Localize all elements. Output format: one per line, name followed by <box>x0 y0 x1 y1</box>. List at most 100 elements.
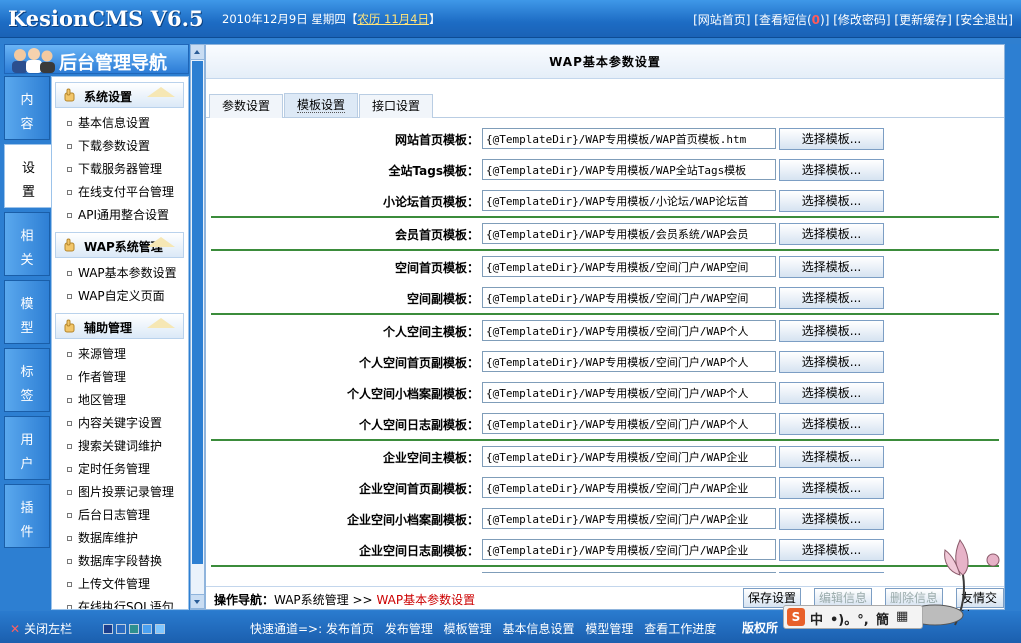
template-path-input[interactable]: {@TemplateDir}/WAP专用模板/WAP首页模板.htm <box>482 128 776 149</box>
category-tab-char: 标 <box>20 365 34 380</box>
template-path-input[interactable]: {@TemplateDir}/WAP专用模板/空间门户/WAP个人 <box>482 382 776 403</box>
choose-template-button[interactable]: 选择模板... <box>779 539 884 561</box>
quick-link-basic-info[interactable]: 基本信息设置 <box>503 622 575 636</box>
menu-item[interactable]: 下载参数设置 <box>52 135 188 158</box>
menu-item[interactable]: 上传文件管理 <box>52 573 188 596</box>
template-path-input[interactable]: {@TemplateDir}/WAP专用模板/空间门户/WAP个人 <box>482 320 776 341</box>
template-path-input[interactable]: {@TemplateDir}/WAP专用模板/空间门户/WAP空间 <box>482 287 776 308</box>
choose-template-button[interactable]: 选择模板... <box>779 190 884 212</box>
skin-swatch[interactable] <box>155 624 165 634</box>
template-path-input[interactable]: {@TemplateDir}/WAP专用模板/空间门户/WAP企业 <box>482 477 776 498</box>
quick-link-publish-manage[interactable]: 发布管理 <box>385 622 433 636</box>
category-tab[interactable]: 插件 <box>4 484 50 548</box>
tab-params[interactable]: 参数设置 <box>209 94 284 118</box>
category-tab[interactable]: 设置 <box>4 144 52 208</box>
choose-template-button[interactable]: 选择模板... <box>779 159 884 181</box>
category-tab[interactable]: 用户 <box>4 416 50 480</box>
menu-item[interactable]: API通用整合设置 <box>52 204 188 227</box>
menu-item[interactable]: 数据库字段替换 <box>52 550 188 573</box>
template-path-input[interactable]: {@TemplateDir}/WAP专用模板/小论坛/WAP论坛首 <box>482 190 776 211</box>
menu-item[interactable]: 地区管理 <box>52 389 188 412</box>
page-title: WAP基本参数设置 <box>206 45 1004 79</box>
tab-interface[interactable]: 接口设置 <box>359 94 434 118</box>
ime-chinese-mode[interactable]: 中 <box>810 609 823 628</box>
choose-template-button[interactable]: 选择模板... <box>779 572 884 573</box>
menu-item[interactable]: 定时任务管理 <box>52 458 188 481</box>
bullet-icon <box>67 536 72 541</box>
template-row: 个人空间日志副模板： {@TemplateDir}/WAP专用模板/空间门户/WA… <box>209 408 1002 439</box>
crumb-wap-system[interactable]: WAP系统管理 <box>274 593 349 607</box>
template-label: 小论坛首页模板： <box>382 195 479 209</box>
menu-item[interactable]: 来源管理 <box>52 343 188 366</box>
quick-link-model-manage[interactable]: 模型管理 <box>585 622 633 636</box>
menu-item[interactable]: 基本信息设置 <box>52 112 188 135</box>
scroll-up-arrow-icon[interactable] <box>191 45 204 60</box>
category-tab[interactable]: 相关 <box>4 212 50 276</box>
skin-swatch[interactable] <box>103 624 113 634</box>
bullet-icon <box>67 121 72 126</box>
section-collapse-icon <box>147 87 175 97</box>
menu-item[interactable]: 下载服务器管理 <box>52 158 188 181</box>
site-home-link[interactable]: [网站首页] <box>693 13 750 27</box>
template-path-input[interactable]: {@TemplateDir}/WAP专用模板/会员系统/WAP会员 <box>482 223 776 244</box>
skin-swatch[interactable] <box>116 624 126 634</box>
tab-templates[interactable]: 模板设置 <box>284 93 359 117</box>
menu-section-header[interactable]: 系统设置 <box>55 82 184 108</box>
template-path-input[interactable]: {@TemplateDir}/WAP专用模板/WAP全站Tags模板 <box>482 159 776 180</box>
skin-swatch[interactable] <box>129 624 139 634</box>
ime-keyboard-icon[interactable]: ▦ <box>896 609 908 624</box>
menu-item[interactable]: 在线支付平台管理 <box>52 181 188 204</box>
category-tab[interactable]: 模型 <box>4 280 50 344</box>
choose-template-button[interactable]: 选择模板... <box>779 508 884 530</box>
ime-simplified-mode[interactable]: 簡 <box>876 609 889 628</box>
messages-link[interactable]: [查看短信(0)] <box>754 13 829 27</box>
input-method-bar[interactable]: S 中 •)。°, 簡 ▦ <box>783 605 923 629</box>
choose-template-button[interactable]: 选择模板... <box>779 413 884 435</box>
choose-template-button[interactable]: 选择模板... <box>779 128 884 150</box>
ime-punct-mode[interactable]: •)。°, <box>830 609 869 628</box>
menu-item[interactable]: WAP基本参数设置 <box>52 262 188 285</box>
template-path-input[interactable]: {@TemplateDir}/WAP专用模板/空间门户/WAP个人 <box>482 413 776 434</box>
choose-template-button[interactable]: 选择模板... <box>779 223 884 245</box>
choose-template-button[interactable]: 选择模板... <box>779 256 884 278</box>
menu-item[interactable]: 搜索关键词维护 <box>52 435 188 458</box>
category-tab[interactable]: 标签 <box>4 348 50 412</box>
template-row: 企业空间小档案副模板： {@TemplateDir}/WAP专用模板/空间门户/W… <box>209 503 1002 534</box>
menu-item[interactable]: 内容关键字设置 <box>52 412 188 435</box>
menu-item[interactable]: 数据库维护 <box>52 527 188 550</box>
template-path-input[interactable]: {@TemplateDir}/WAP专用模板/空间门户/WAP企业 <box>482 539 776 560</box>
nav-scrollbar[interactable] <box>190 44 205 610</box>
quick-link-publish-home[interactable]: 发布首页 <box>326 622 374 636</box>
menu-section-header[interactable]: WAP系统管理 <box>55 232 184 258</box>
template-path-input[interactable]: {@TemplateDir}/WAP专用模板/空间门户/WAP企业 <box>482 508 776 529</box>
menu-section-title: 系统设置 <box>84 90 133 104</box>
choose-template-button[interactable]: 选择模板... <box>779 477 884 499</box>
menu-item[interactable]: 作者管理 <box>52 366 188 389</box>
category-tab-char: 件 <box>20 525 34 540</box>
template-path-input[interactable]: {@TemplateDir}/WAP专用模板/空间门户/WAP圈子 <box>482 572 776 573</box>
logout-link[interactable]: [安全退出] <box>956 13 1013 27</box>
menu-item[interactable]: 图片投票记录管理 <box>52 481 188 504</box>
menu-section-header[interactable]: 辅助管理 <box>55 313 184 339</box>
scroll-thumb[interactable] <box>192 61 203 564</box>
change-password-link[interactable]: [修改密码] <box>833 13 890 27</box>
category-tab[interactable]: 内容 <box>4 76 50 140</box>
choose-template-button[interactable]: 选择模板... <box>779 446 884 468</box>
choose-template-button[interactable]: 选择模板... <box>779 382 884 404</box>
scroll-down-arrow-icon[interactable] <box>191 594 204 609</box>
choose-template-button[interactable]: 选择模板... <box>779 320 884 342</box>
menu-item[interactable]: 在线执行SQL语句 <box>52 596 188 609</box>
template-path-input[interactable]: {@TemplateDir}/WAP专用模板/空间门户/WAP企业 <box>482 446 776 467</box>
template-path-input[interactable]: {@TemplateDir}/WAP专用模板/空间门户/WAP个人 <box>482 351 776 372</box>
quick-link-template-manage[interactable]: 模板管理 <box>444 622 492 636</box>
quick-link-work-progress[interactable]: 查看工作进度 <box>644 622 716 636</box>
close-sidebar-button[interactable]: ✕ 关闭左栏 <box>10 620 72 637</box>
menu-item[interactable]: WAP自定义页面 <box>52 285 188 308</box>
template-path-input[interactable]: {@TemplateDir}/WAP专用模板/空间门户/WAP空间 <box>482 256 776 277</box>
skin-swatch[interactable] <box>142 624 152 634</box>
lunar-date-link[interactable]: 农历 11月4日 <box>357 12 429 26</box>
update-cache-link[interactable]: [更新缓存] <box>894 13 951 27</box>
menu-item[interactable]: 后台日志管理 <box>52 504 188 527</box>
choose-template-button[interactable]: 选择模板... <box>779 351 884 373</box>
choose-template-button[interactable]: 选择模板... <box>779 287 884 309</box>
